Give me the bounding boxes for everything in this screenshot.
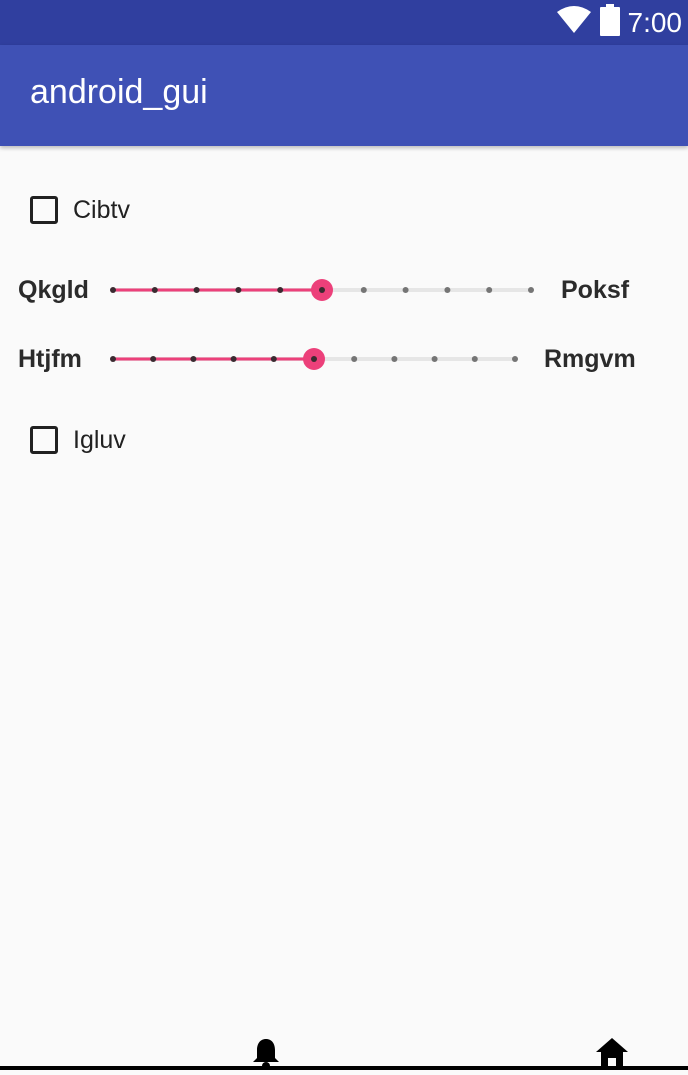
- slider-track[interactable]: [100, 339, 530, 379]
- app-bar: android_gui: [0, 45, 688, 146]
- slider-tick-mark: [151, 287, 158, 293]
- slider-tick-mark: [431, 356, 438, 362]
- slider-tick-mark: [351, 356, 358, 362]
- wifi-icon: [556, 5, 592, 40]
- checkbox-igluv[interactable]: Igluv: [30, 422, 126, 458]
- slider-tick-mark: [110, 356, 116, 362]
- slider-2[interactable]: [100, 339, 530, 379]
- slider-left-label: Htjfm: [18, 345, 82, 373]
- slider-thumb-dot: [311, 356, 317, 362]
- slider-tick-mark: [270, 356, 277, 362]
- checkbox-box[interactable]: [30, 196, 58, 224]
- checkbox-label: Igluv: [73, 425, 126, 454]
- slider-right-label: Rmgvm: [544, 345, 636, 373]
- checkbox-box[interactable]: [30, 426, 58, 454]
- bottom-nav-bar: [0, 1030, 688, 1070]
- status-icons: 7:00: [556, 0, 683, 45]
- slider-tick-mark: [193, 287, 200, 293]
- slider-thumb-dot: [319, 287, 325, 293]
- checkbox-cibtv[interactable]: Cibtv: [30, 192, 130, 228]
- nav-divider: [0, 1066, 688, 1070]
- slider-tick-mark: [391, 356, 398, 362]
- checkbox-label: Cibtv: [73, 195, 130, 224]
- slider-1[interactable]: [100, 270, 550, 310]
- slider-tick-mark: [360, 287, 367, 293]
- slider-tick-mark: [150, 356, 157, 362]
- slider-tick-mark: [512, 356, 518, 362]
- status-bar: 7:00: [0, 0, 688, 45]
- slider-tick-mark: [277, 287, 284, 293]
- battery-icon: [599, 4, 620, 41]
- slider-tick-mark: [486, 287, 493, 293]
- slider-row-2: Htjfm Rmgvm: [0, 339, 688, 379]
- slider-tick-mark: [190, 356, 197, 362]
- slider-tick-mark: [235, 287, 242, 293]
- slider-tick-mark: [230, 356, 237, 362]
- slider-row-1: Qkgld Poksf: [0, 270, 688, 310]
- slider-tick-mark: [402, 287, 409, 293]
- app-title: android_gui: [30, 73, 208, 111]
- slider-left-label: Qkgld: [18, 276, 89, 304]
- slider-right-label: Poksf: [561, 276, 630, 304]
- slider-track[interactable]: [100, 270, 550, 310]
- slider-tick-mark: [444, 287, 451, 293]
- slider-tick-mark: [528, 287, 534, 293]
- slider-tick-mark: [110, 287, 116, 293]
- status-time: 7:00: [627, 6, 683, 38]
- slider-tick-mark: [471, 356, 478, 362]
